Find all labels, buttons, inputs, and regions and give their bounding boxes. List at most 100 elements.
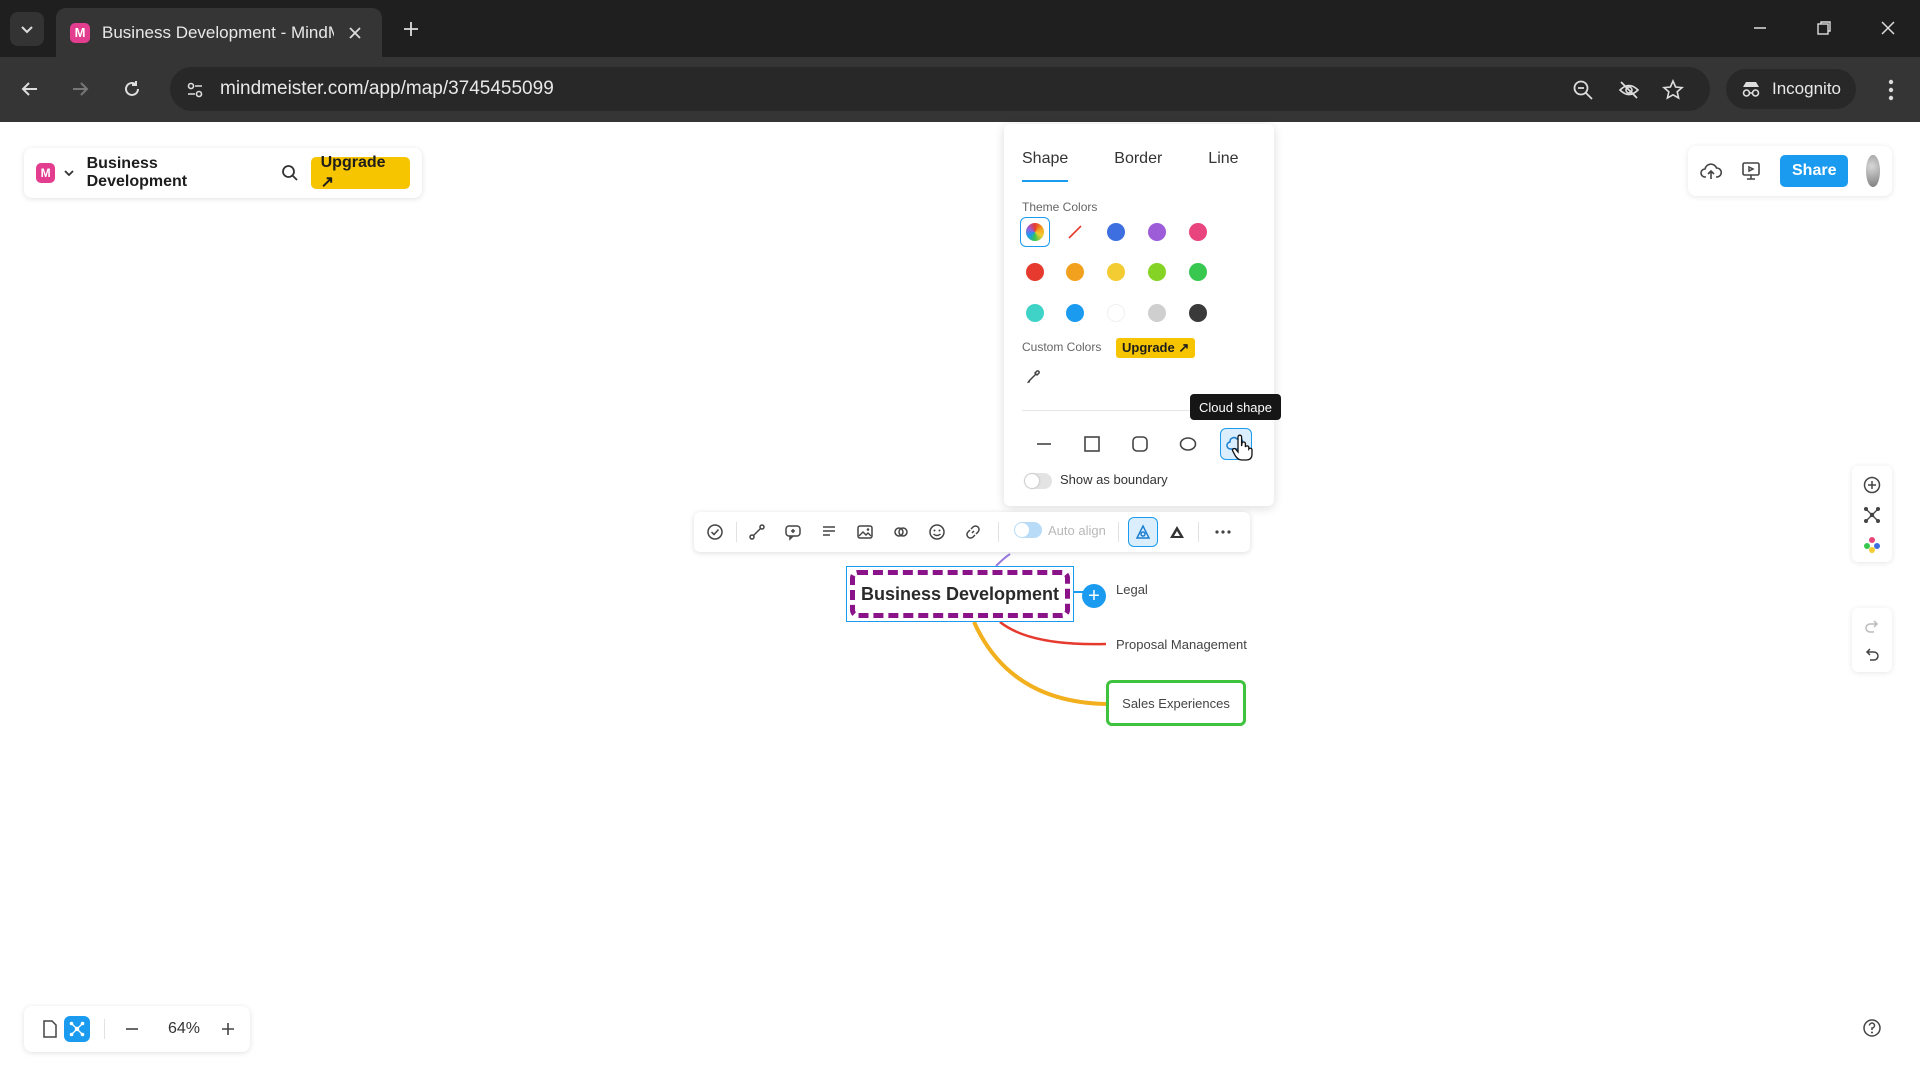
- swatch-pink[interactable]: [1189, 223, 1207, 241]
- link-icon[interactable]: [962, 521, 984, 543]
- style-button[interactable]: [1128, 517, 1158, 547]
- connect-icon[interactable]: [746, 521, 768, 543]
- minus-icon: [126, 1028, 138, 1030]
- tab-search-button[interactable]: [10, 12, 44, 46]
- image-icon[interactable]: [854, 521, 876, 543]
- reload-button[interactable]: [114, 71, 150, 107]
- search-button[interactable]: [280, 162, 301, 184]
- swatch-green[interactable]: [1189, 263, 1207, 281]
- connector-sales-experiences: [972, 621, 1107, 706]
- tab-border[interactable]: Border: [1114, 150, 1162, 182]
- browser-tab-bar: M Business Development - MindMeister: [0, 0, 1920, 57]
- swatch-blue[interactable]: [1107, 223, 1125, 241]
- node-sales-experiences[interactable]: Sales Experiences: [1106, 680, 1246, 726]
- outline-view-icon[interactable]: [38, 1017, 62, 1041]
- new-tab-button[interactable]: [398, 16, 424, 42]
- layout-icon[interactable]: [1861, 504, 1883, 526]
- zoom-out-button[interactable]: [120, 1017, 144, 1041]
- tab-line[interactable]: Line: [1208, 150, 1238, 182]
- add-child-button[interactable]: +: [1082, 584, 1106, 608]
- mindmap-view-icon[interactable]: [64, 1016, 90, 1042]
- auto-align-label: Auto align: [1048, 522, 1106, 538]
- undo-icon[interactable]: [1861, 644, 1883, 666]
- swatch-sky-blue[interactable]: [1066, 304, 1084, 322]
- theme-colors-label: Theme Colors: [1022, 200, 1098, 214]
- auto-align-switch[interactable]: [1014, 522, 1042, 538]
- browser-tab[interactable]: M Business Development - MindMeister: [56, 8, 382, 57]
- right-toolbar: [1852, 466, 1892, 562]
- browser-address-bar: mindmeister.com/app/map/3745455099 Incog…: [0, 57, 1920, 122]
- swatch-yellow[interactable]: [1107, 263, 1125, 281]
- more-vertical-icon: [1888, 79, 1894, 101]
- swatch-none[interactable]: [1066, 223, 1084, 241]
- triangle-icon[interactable]: [1166, 521, 1188, 543]
- style-panel-tabs: Shape Border Line: [1022, 150, 1239, 182]
- cloud-upload-icon[interactable]: [1700, 159, 1722, 183]
- back-button[interactable]: [12, 71, 48, 107]
- map-title[interactable]: Business Development: [87, 155, 256, 191]
- url-bar[interactable]: mindmeister.com/app/map/3745455099: [170, 67, 1710, 111]
- zoom-level: 64%: [168, 1020, 201, 1037]
- mindmeister-logo-icon[interactable]: M: [36, 163, 56, 183]
- bookmark-star-icon[interactable]: [1660, 77, 1686, 103]
- custom-colors-upgrade-button[interactable]: Upgrade ↗: [1116, 338, 1196, 358]
- root-node-selection[interactable]: Business Development: [846, 566, 1074, 622]
- avatar[interactable]: [1866, 155, 1880, 187]
- help-icon: [1863, 1019, 1881, 1037]
- map-top-actions: Share: [1688, 146, 1892, 196]
- mindmeister-canvas[interactable]: M Business Development Upgrade ↗ Share S…: [0, 122, 1920, 1080]
- close-window-button[interactable]: [1868, 10, 1908, 46]
- site-info-icon[interactable]: [182, 77, 208, 103]
- swatch-lime[interactable]: [1148, 263, 1166, 281]
- swatch-purple[interactable]: [1148, 223, 1166, 241]
- swatch-teal[interactable]: [1026, 304, 1044, 322]
- style-brush-icon: [1135, 524, 1151, 539]
- mindmeister-favicon-icon: M: [70, 22, 90, 43]
- more-horizontal-icon[interactable]: [1212, 521, 1234, 543]
- eye-off-icon[interactable]: [1616, 77, 1642, 103]
- eyedropper-icon[interactable]: [1026, 368, 1044, 386]
- redo-icon[interactable]: [1861, 616, 1883, 638]
- minimize-button[interactable]: [1740, 10, 1780, 46]
- task-icon[interactable]: [704, 521, 726, 543]
- cloud-shape-tooltip: Cloud shape: [1190, 394, 1281, 420]
- root-node[interactable]: Business Development: [850, 570, 1070, 618]
- presentation-icon[interactable]: [1740, 159, 1762, 183]
- swatch-dark-gray[interactable]: [1189, 304, 1207, 322]
- show-as-boundary-toggle[interactable]: [1024, 473, 1052, 489]
- auto-align-toggle[interactable]: Auto align: [1014, 522, 1106, 538]
- chevron-down-icon[interactable]: [63, 167, 76, 179]
- swatch-light-gray[interactable]: [1148, 304, 1166, 322]
- swatch-orange[interactable]: [1066, 263, 1084, 281]
- swatch-rainbow[interactable]: [1026, 223, 1044, 241]
- tab-shape[interactable]: Shape: [1022, 150, 1069, 182]
- rounded-shape-icon: [1132, 436, 1148, 452]
- rounded-shape-button[interactable]: [1124, 428, 1156, 460]
- hand-cursor-icon: [1231, 434, 1253, 461]
- tab-close-button[interactable]: [344, 22, 366, 44]
- help-button[interactable]: [1860, 1016, 1884, 1040]
- emoji-icon[interactable]: [926, 521, 948, 543]
- add-topic-icon[interactable]: [1861, 474, 1883, 496]
- share-button[interactable]: Share: [1780, 155, 1849, 187]
- ellipse-shape-icon: [1179, 437, 1197, 451]
- attachment-icon[interactable]: [890, 521, 912, 543]
- history-toolbar: [1852, 608, 1892, 672]
- note-icon[interactable]: [818, 521, 840, 543]
- restore-button[interactable]: [1804, 10, 1844, 46]
- forward-button[interactable]: [62, 71, 98, 107]
- swatch-red[interactable]: [1026, 263, 1044, 281]
- swatch-white[interactable]: [1107, 304, 1125, 322]
- square-shape-button[interactable]: [1076, 428, 1108, 460]
- theme-palette-icon[interactable]: [1861, 534, 1883, 556]
- zoom-icon[interactable]: [1570, 77, 1596, 103]
- browser-menu-button[interactable]: [1876, 73, 1906, 107]
- node-proposal-management[interactable]: Proposal Management: [1116, 637, 1247, 652]
- node-legal[interactable]: Legal: [1116, 582, 1148, 597]
- incognito-badge[interactable]: Incognito: [1726, 69, 1856, 109]
- line-shape-button[interactable]: [1028, 428, 1060, 460]
- upgrade-button[interactable]: Upgrade ↗: [310, 154, 410, 191]
- ellipse-shape-button[interactable]: [1172, 428, 1204, 460]
- comment-icon[interactable]: [782, 521, 804, 543]
- zoom-in-button[interactable]: [216, 1017, 240, 1041]
